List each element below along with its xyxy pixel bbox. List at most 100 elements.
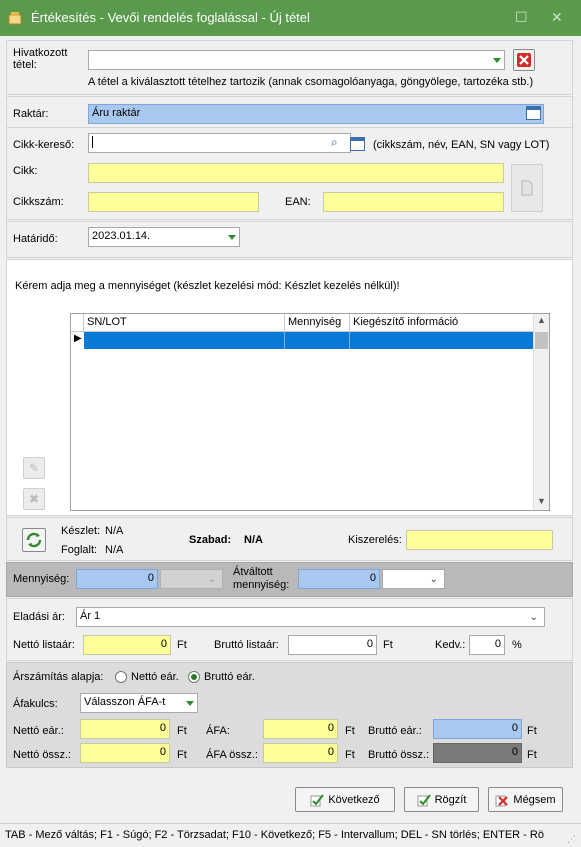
quantity-unit-select[interactable]: ⌄: [160, 569, 223, 589]
delete-row-button[interactable]: ✖: [23, 488, 45, 510]
net-unit-price-label: Nettó eár.:: [13, 725, 64, 737]
lot-grid[interactable]: SN/LOT Mennyiség Kiegészítő információ ▶…: [70, 313, 550, 511]
converted-unit-select[interactable]: ⌄: [382, 569, 445, 589]
close-icon[interactable]: ✕: [551, 9, 563, 26]
packaging-label: Kiszerelés:: [348, 534, 402, 546]
net-radio-label: Nettó eár.: [131, 671, 179, 683]
document-icon: [521, 180, 533, 196]
grid-scrollbar[interactable]: ▲ ▼: [533, 314, 549, 510]
scroll-thumb[interactable]: [535, 332, 548, 349]
warehouse-field[interactable]: Áru raktár: [88, 104, 544, 124]
cancel-button[interactable]: Mégsem: [488, 787, 563, 812]
gross-unit-price-label: Bruttó eár.:: [368, 725, 422, 737]
refresh-button[interactable]: [22, 528, 46, 552]
item-card-button[interactable]: [511, 164, 543, 212]
cancel-icon: [495, 795, 509, 806]
cell-info: [350, 332, 534, 349]
gross-list-price-field[interactable]: 0: [288, 635, 377, 655]
item-name-field[interactable]: [88, 163, 504, 183]
reserved-value: N/A: [105, 544, 124, 556]
save-button-label: Rögzít: [434, 793, 467, 806]
list-icon[interactable]: [526, 106, 541, 120]
next-button-label: Következő: [328, 793, 380, 806]
ean-field[interactable]: [323, 192, 504, 212]
item-search-hint: (cikkszám, név, EAN, SN vagy LOT): [373, 139, 550, 151]
column-sn-lot[interactable]: SN/LOT: [84, 314, 285, 332]
net-list-price-unit: Ft: [177, 639, 187, 651]
resize-grip-icon[interactable]: ⋰: [567, 834, 576, 845]
item-code-label: Cikkszám:: [13, 196, 64, 208]
gross-total-label: Bruttó össz.:: [368, 749, 430, 761]
list-icon[interactable]: [350, 137, 365, 151]
converted-label-line1: Átváltott: [233, 566, 273, 578]
chevron-down-icon: ⌄: [207, 574, 216, 585]
gross-total-field[interactable]: 0: [433, 743, 522, 763]
net-list-price-field[interactable]: 0: [83, 635, 171, 655]
cell-sn: [84, 332, 285, 349]
gross-unit-price-currency: Ft: [527, 725, 537, 737]
item-code-field[interactable]: [88, 192, 259, 212]
calculation-section: Árszámítás alapja: Nettó eár. Bruttó eár…: [6, 662, 573, 768]
net-total-currency: Ft: [177, 749, 187, 761]
vat-amount-field[interactable]: 0: [263, 719, 338, 739]
title-bar: Értékesítés - Vevői rendelés foglalással…: [0, 0, 581, 36]
deadline-section: Határidő: 2023.01.14.: [6, 221, 573, 258]
maximize-icon[interactable]: ☐: [515, 9, 528, 26]
item-search-input[interactable]: [88, 133, 351, 153]
net-unit-price-currency: Ft: [177, 725, 187, 737]
window-title: Értékesítés - Vevői rendelés foglalással…: [31, 10, 310, 25]
scroll-down-icon[interactable]: ▼: [537, 496, 546, 506]
chevron-down-icon: ⌄: [429, 574, 438, 585]
parent-item-section: Hivatkozott tétel: A tétel a kiválasztot…: [6, 40, 573, 95]
chevron-down-icon: [228, 235, 236, 240]
vat-total-label: ÁFA össz.:: [206, 749, 258, 761]
edit-button[interactable]: ✎: [23, 457, 45, 479]
gross-radio-label: Bruttó eár.: [204, 671, 255, 683]
warehouse-section: Raktár: Áru raktár: [6, 96, 573, 131]
deadline-picker[interactable]: 2023.01.14.: [88, 227, 240, 247]
column-quantity[interactable]: Mennyiség: [285, 314, 350, 332]
parent-item-select[interactable]: [88, 50, 505, 70]
free-value: N/A: [244, 534, 263, 546]
clear-parent-button[interactable]: [513, 49, 535, 71]
cell-qty: [285, 332, 350, 349]
search-icon[interactable]: ⌕: [331, 135, 338, 150]
gross-unit-price-field[interactable]: 0: [433, 719, 522, 739]
net-unit-price-field[interactable]: 0: [80, 719, 170, 739]
quantity-field[interactable]: 0: [76, 569, 158, 589]
refresh-icon: [26, 532, 42, 548]
calc-basis-label: Árszámítás alapja:: [13, 671, 104, 683]
net-total-field[interactable]: 0: [80, 743, 170, 763]
stock-section: Készlet: N/A Foglalt: N/A Szabad: N/A Ki…: [6, 517, 573, 561]
parent-item-label: Hivatkozott tétel:: [13, 47, 68, 71]
item-search-label: Cikk-kereső:: [13, 139, 75, 151]
cancel-button-label: Mégsem: [513, 793, 556, 806]
net-total-label: Nettó össz.:: [13, 749, 72, 761]
quantity-section: Mennyiség: 0 ⌄ Átváltott mennyiség: 0 ⌄: [6, 562, 573, 597]
checkmark-icon: [310, 793, 325, 806]
row-header: [71, 314, 84, 332]
scroll-up-icon[interactable]: ▲: [537, 315, 546, 325]
vat-total-field[interactable]: 0: [263, 743, 338, 763]
column-extra-info[interactable]: Kiegészítő információ: [350, 314, 534, 332]
net-radio[interactable]: [115, 671, 127, 683]
row-pointer-icon: ▶: [74, 333, 82, 344]
net-list-price-label: Nettó listaár:: [13, 639, 75, 651]
price-list-select[interactable]: Ár 1 ⌄: [76, 607, 545, 627]
packaging-field[interactable]: [406, 530, 553, 550]
deadline-label: Határidő:: [13, 233, 58, 245]
delete-icon: ✖: [28, 492, 40, 506]
converted-quantity-field[interactable]: 0: [298, 569, 380, 589]
chevron-down-icon: ⌄: [529, 612, 538, 623]
next-button[interactable]: Következő: [295, 787, 395, 812]
vat-rate-select[interactable]: Válasszon ÁFA-t: [80, 693, 198, 713]
table-row[interactable]: [84, 332, 534, 349]
chevron-down-icon: [186, 701, 194, 706]
vat-amount-label: ÁFA:: [206, 725, 230, 737]
save-button[interactable]: Rögzít: [404, 787, 479, 812]
stock-label: Készlet:: [61, 525, 101, 537]
discount-field[interactable]: 0: [469, 635, 505, 655]
app-icon: [8, 12, 22, 25]
checkmark-icon: [417, 793, 431, 806]
gross-radio[interactable]: [188, 671, 200, 683]
